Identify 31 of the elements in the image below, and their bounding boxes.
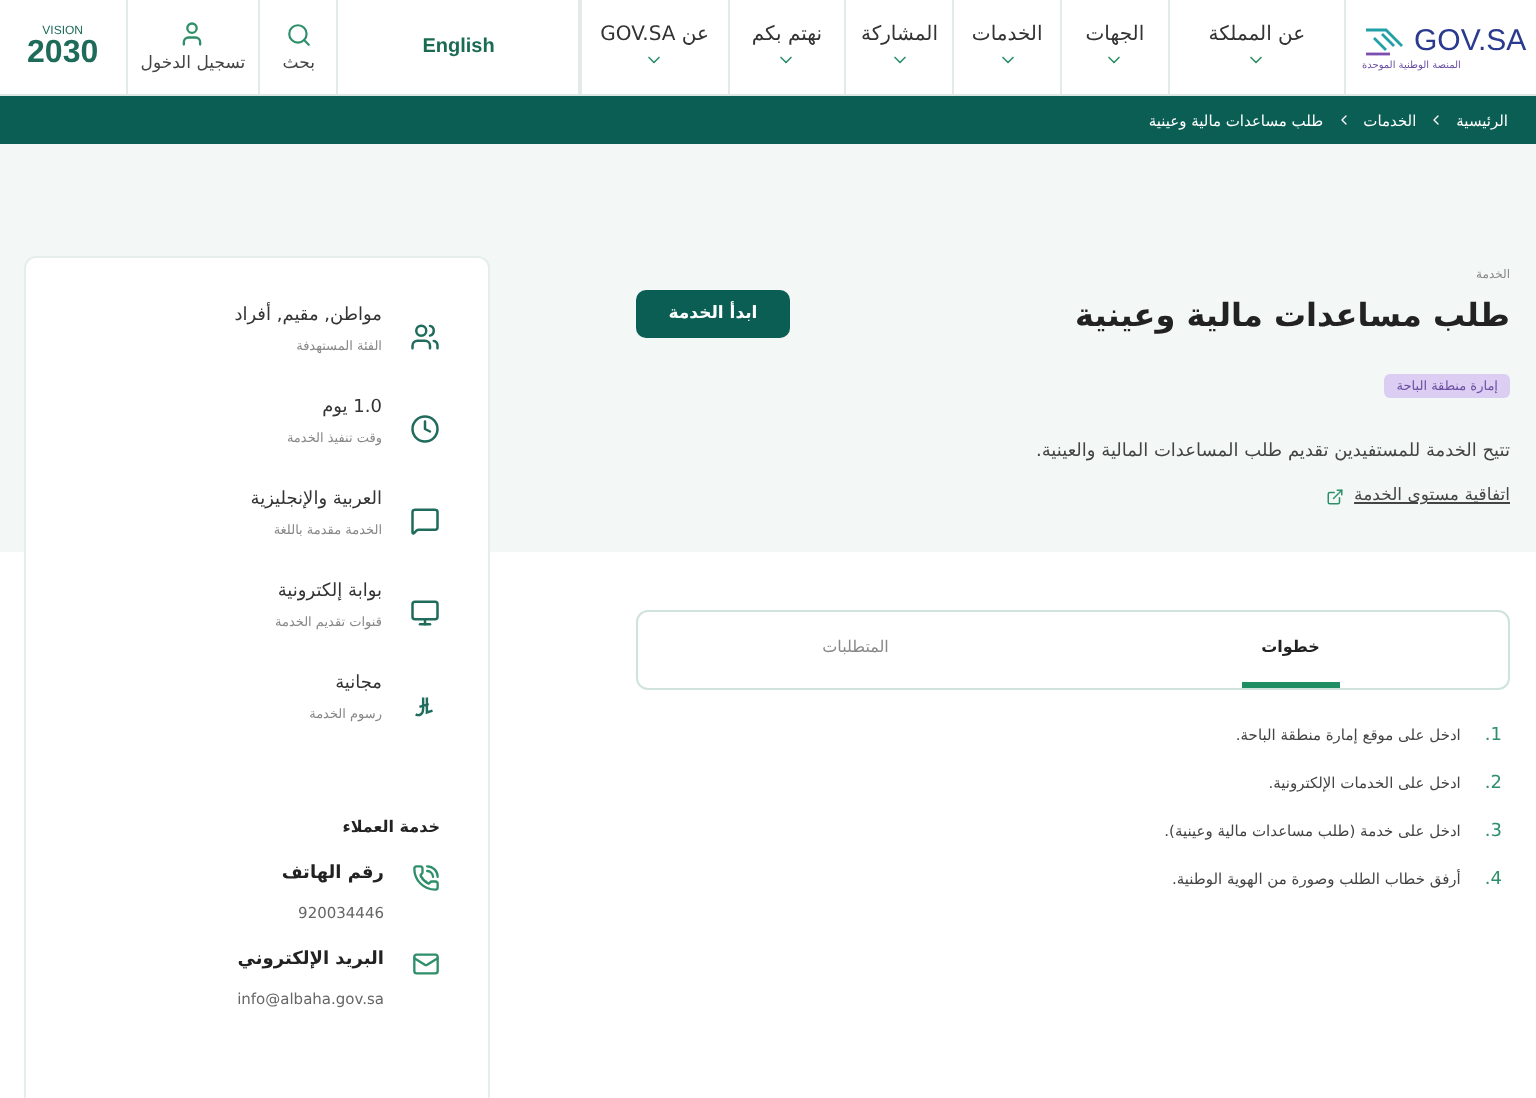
vision-logo-number: 2030 [27,37,99,69]
phone-icon [412,864,440,892]
service-description: تتيح الخدمة للمستفيدين تقديم طلب المساعدات المالية والعينية. [1034,442,1510,462]
users-icon [410,322,440,352]
tab[interactable]: خطوات [1073,612,1508,688]
step-number: 3. [1484,822,1502,842]
fact-value: العربية والإنجليزية [250,490,382,510]
fact-value: 1.0 يوم [320,398,382,418]
sla-link[interactable]: اتفاقية مستوى الخدمة [1326,486,1510,506]
language-link[interactable]: English [336,0,581,94]
step-number: 4. [1484,870,1502,890]
fact-value: مجانية [333,674,382,694]
start-service-button[interactable]: ابدأ الخدمة [636,290,790,338]
fact-value: بوابة إلكترونية [275,582,382,602]
page-title: طلب مساعدات مالية وعينية [1074,295,1510,333]
logo-mark-icon [1362,23,1406,59]
fact-value: مواطن, مقيم, أفراد [234,306,382,326]
support-heading: خدمة العملاء [340,818,440,836]
clock-icon [410,414,440,444]
external-link-icon [1326,487,1345,505]
mail-icon [412,950,440,978]
monitor-icon [410,598,440,628]
contact-label: البريد الإلكتروني [237,950,384,970]
contact-label: رقم الهاتف [281,864,384,884]
tab[interactable]: المتطلبات [638,612,1073,688]
step-number: 2. [1484,774,1502,794]
search-icon [285,21,312,47]
user-icon [178,20,207,48]
chat-bubble-icon [410,506,440,536]
step-number: 1. [1484,726,1502,746]
logo-name: GOV.SA [1414,24,1527,58]
